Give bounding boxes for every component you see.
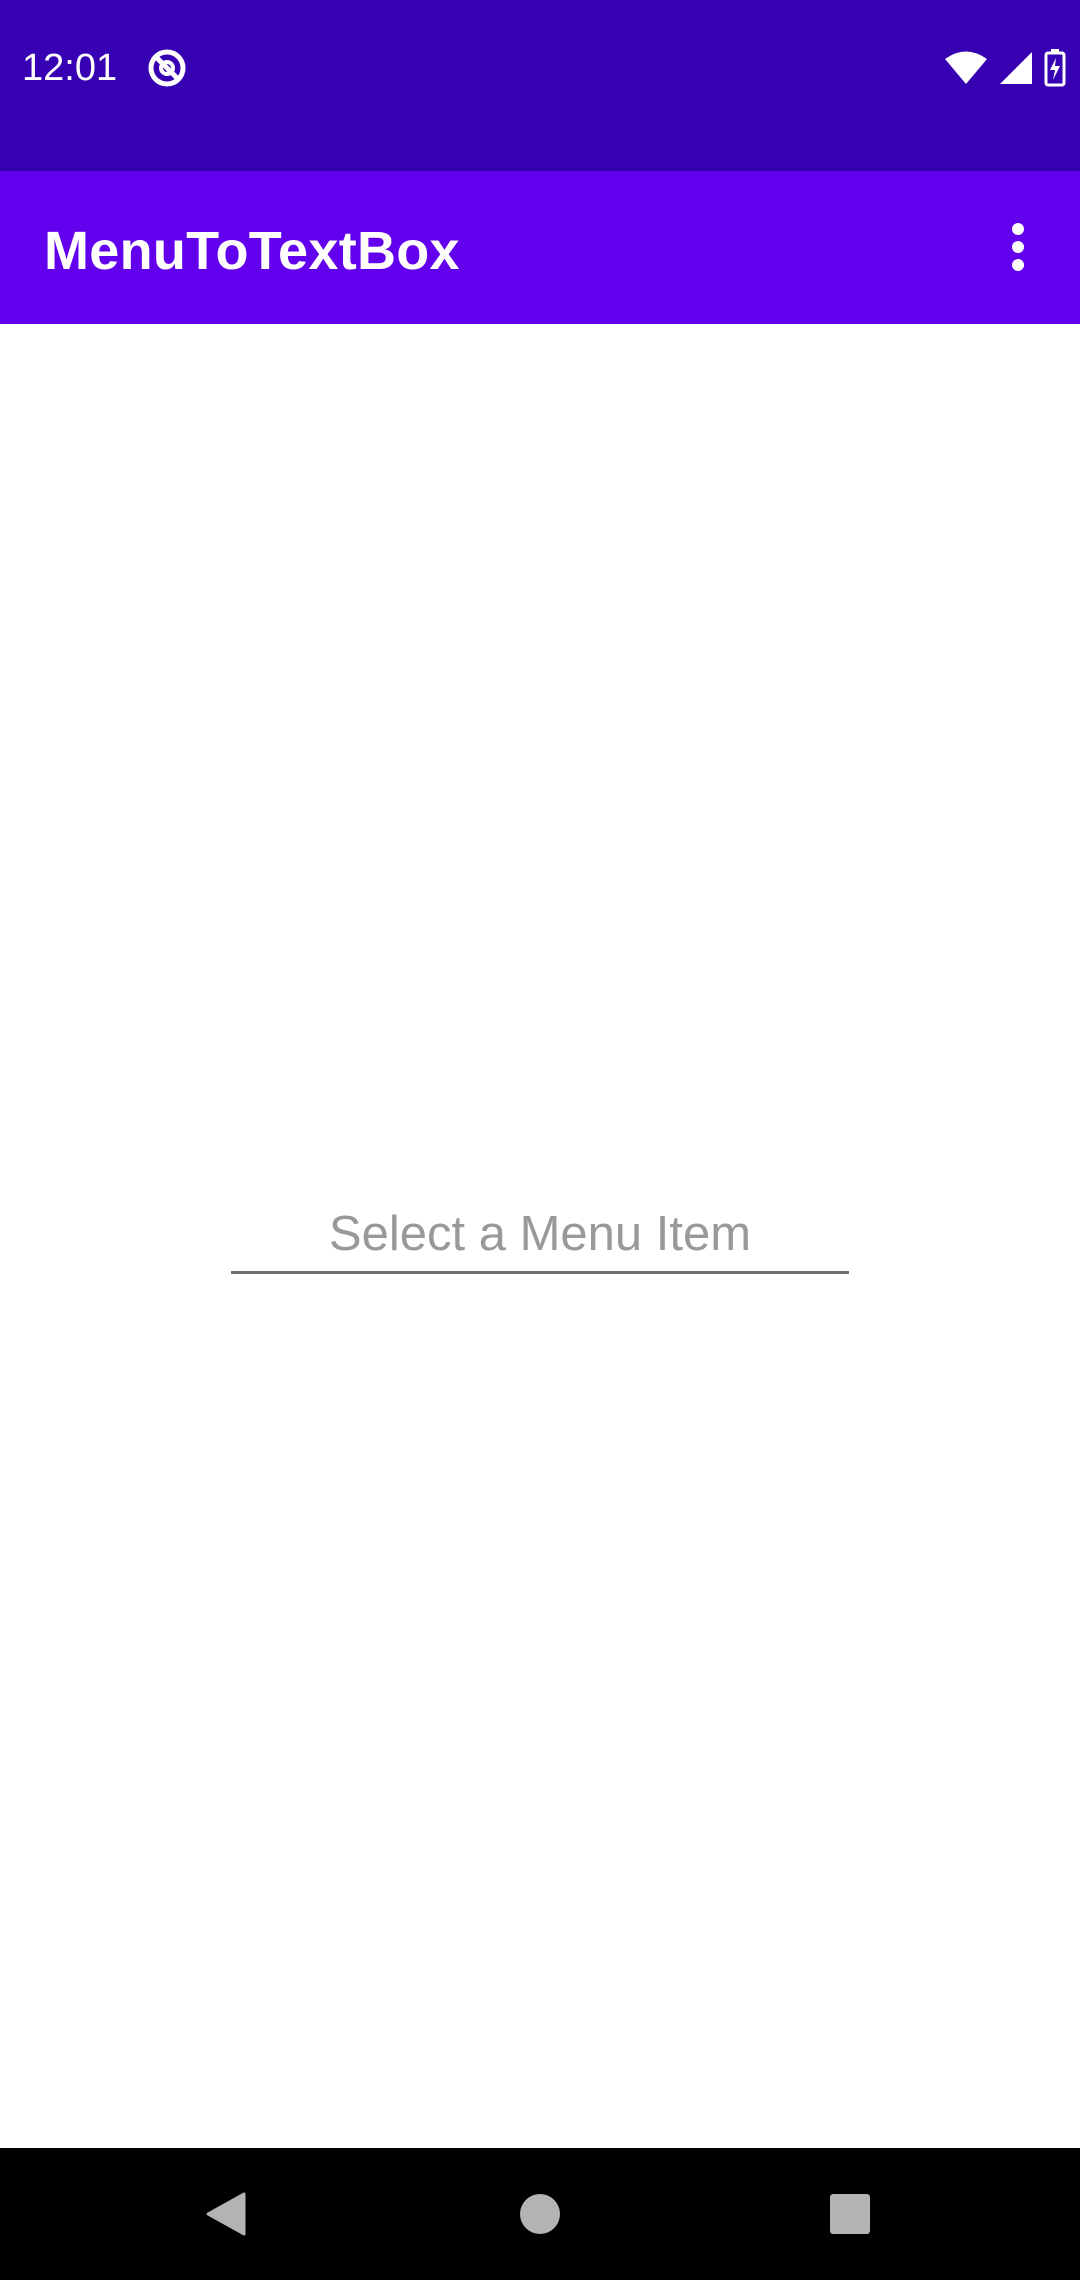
- wifi-icon: [945, 51, 987, 84]
- back-icon: [206, 2192, 246, 2236]
- recents-icon: [830, 2194, 870, 2234]
- status-time: 12:01: [22, 47, 118, 89]
- status-icons: [934, 46, 1066, 90]
- app-bar: MenuToTextBox: [0, 171, 1080, 324]
- back-button[interactable]: [196, 2184, 256, 2244]
- battery-charging-icon: [1044, 49, 1066, 87]
- status-bar: 12:01: [0, 0, 1080, 171]
- cell-signal-icon: [1000, 52, 1032, 84]
- home-icon: [520, 2194, 560, 2234]
- more-vert-icon: [1012, 223, 1024, 271]
- navigation-bar: [0, 2148, 1080, 2280]
- screen: 12:01 MenuToTextBox: [0, 0, 1080, 2280]
- app-notification-icon: [148, 49, 186, 87]
- home-button[interactable]: [510, 2184, 570, 2244]
- app-title: MenuToTextBox: [44, 221, 460, 281]
- menu-item-text-field[interactable]: [231, 1196, 849, 1274]
- recents-button[interactable]: [820, 2184, 880, 2244]
- overflow-menu-button[interactable]: [978, 207, 1058, 287]
